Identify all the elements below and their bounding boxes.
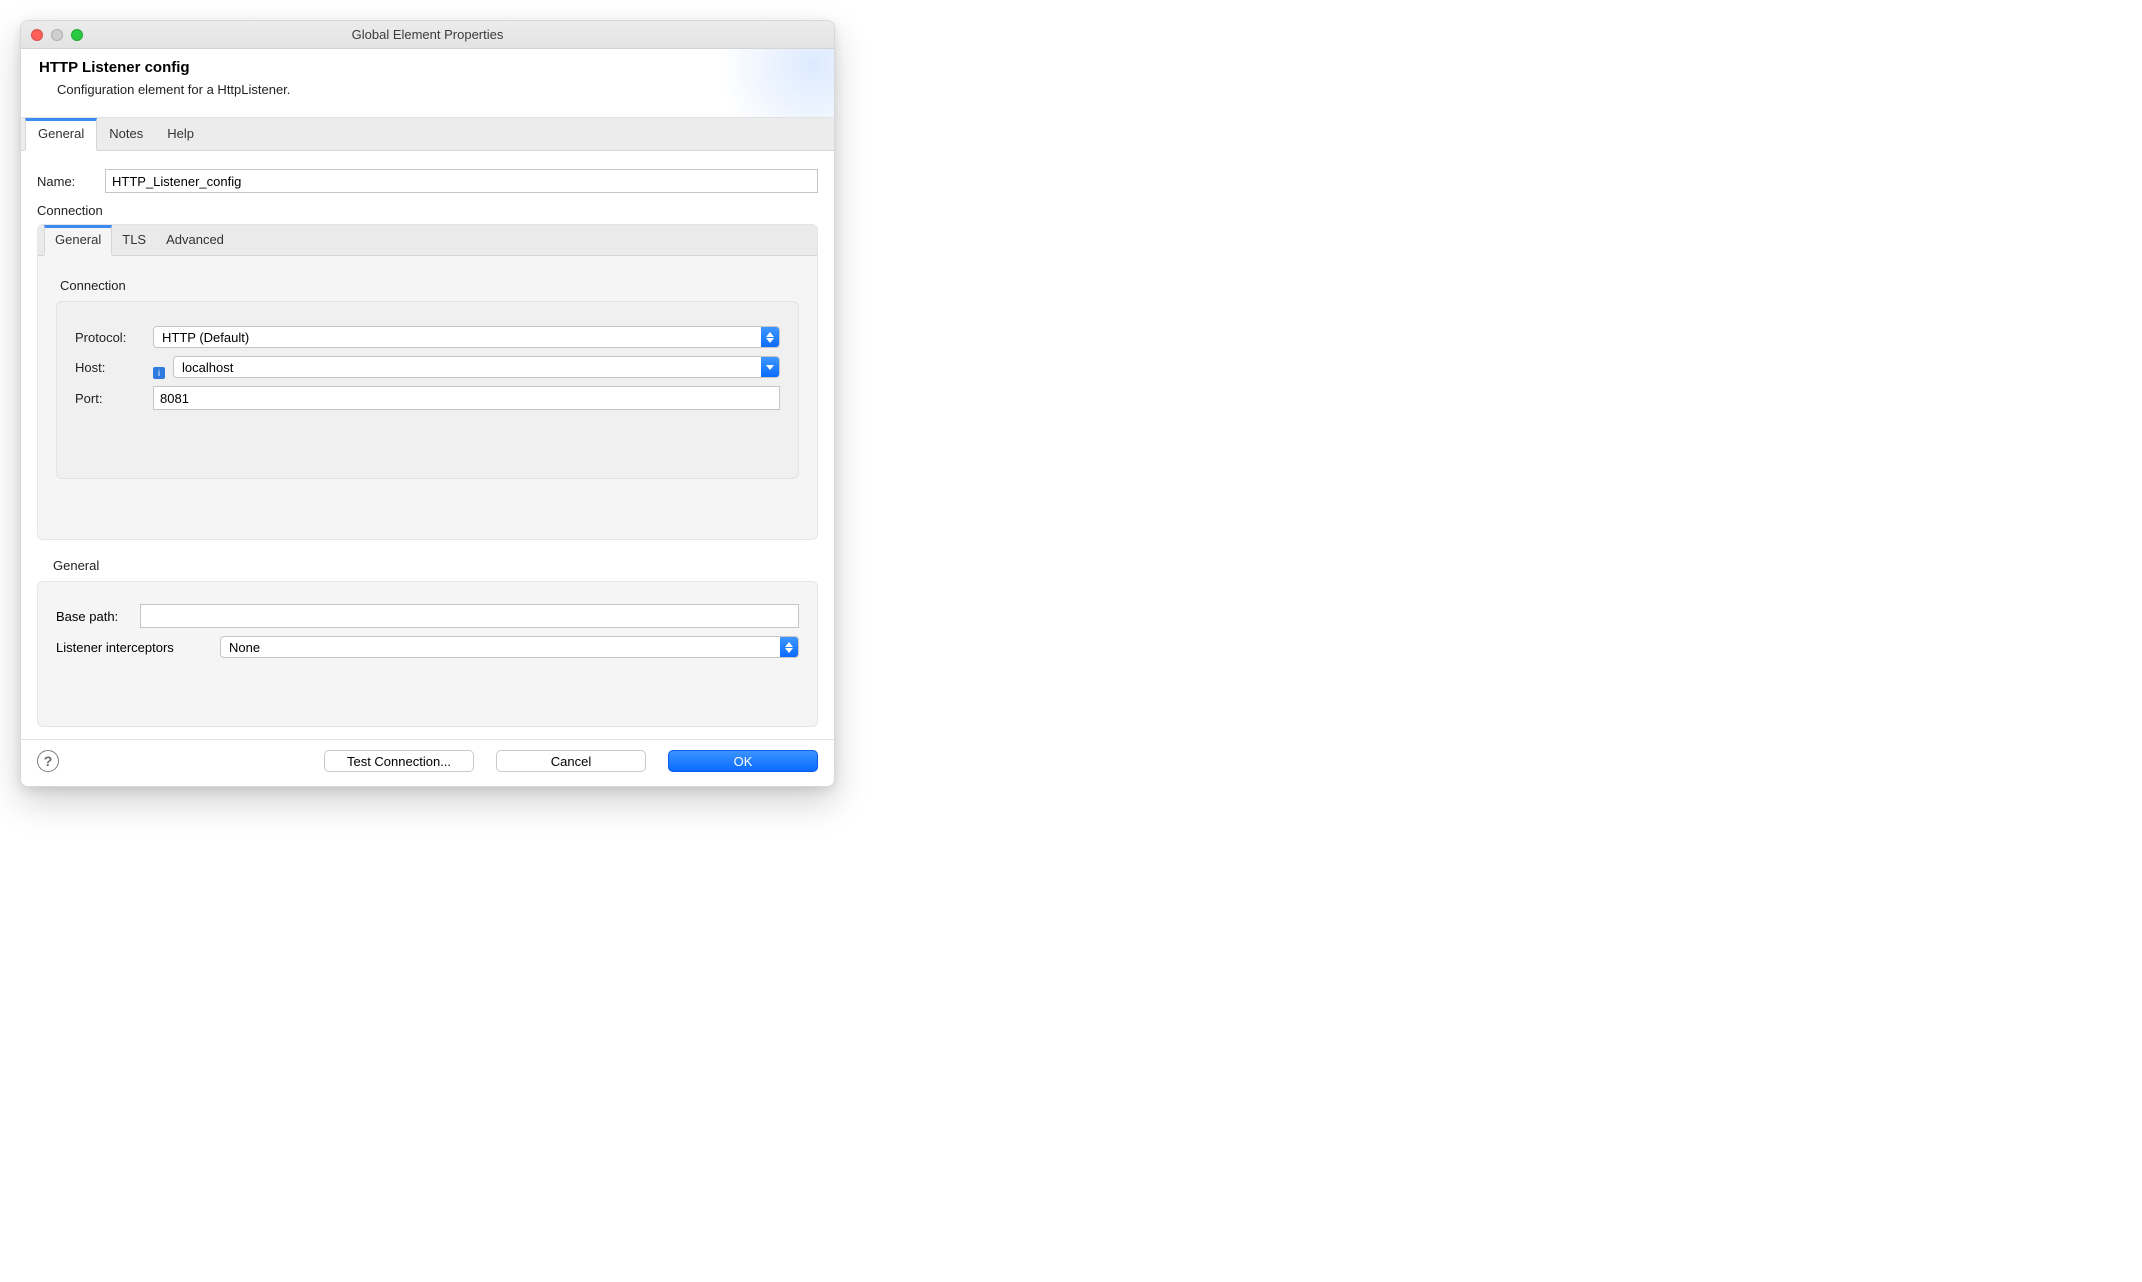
- connection-panel: General TLS Advanced Connection Protocol…: [37, 224, 818, 540]
- dialog-window: Global Element Properties HTTP Listener …: [20, 20, 835, 787]
- port-row: Port:: [75, 386, 780, 410]
- name-label: Name:: [37, 174, 93, 189]
- inner-connection-label: Connection: [60, 278, 799, 293]
- protocol-select[interactable]: HTTP (Default): [153, 326, 780, 348]
- interceptors-value: None: [221, 637, 780, 657]
- chevron-down-icon: [761, 357, 779, 377]
- conn-tab-tls[interactable]: TLS: [112, 225, 156, 255]
- interceptors-row: Listener interceptors None: [56, 636, 799, 658]
- conn-tab-general[interactable]: General: [44, 225, 112, 256]
- basepath-label: Base path:: [56, 609, 126, 624]
- window-title: Global Element Properties: [21, 27, 834, 42]
- interceptors-label: Listener interceptors: [56, 640, 206, 655]
- connection-section-label: Connection: [37, 203, 818, 218]
- host-value: localhost: [174, 357, 761, 377]
- close-icon[interactable]: [31, 29, 43, 41]
- main-tabbar: General Notes Help: [21, 118, 834, 151]
- zoom-icon[interactable]: [71, 29, 83, 41]
- host-label: Host:: [75, 360, 141, 375]
- test-connection-button[interactable]: Test Connection...: [324, 750, 474, 772]
- name-row: Name:: [37, 169, 818, 193]
- tab-general[interactable]: General: [25, 118, 97, 151]
- protocol-label: Protocol:: [75, 330, 141, 345]
- header-band: HTTP Listener config Configuration eleme…: [21, 49, 834, 118]
- info-icon: i: [153, 367, 165, 379]
- protocol-value: HTTP (Default): [154, 327, 761, 347]
- titlebar: Global Element Properties: [21, 21, 834, 49]
- general-panel: Base path: Listener interceptors None: [37, 581, 818, 727]
- dialog-footer: ? Test Connection... Cancel OK: [21, 739, 834, 786]
- basepath-input[interactable]: [140, 604, 799, 628]
- connection-inner-panel: Connection Protocol: HTTP (Default): [38, 256, 817, 539]
- minimize-icon: [51, 29, 63, 41]
- host-combo[interactable]: localhost: [173, 356, 780, 378]
- protocol-row: Protocol: HTTP (Default): [75, 326, 780, 348]
- connection-tabbar: General TLS Advanced: [38, 225, 817, 256]
- connection-fields-panel: Protocol: HTTP (Default) Host: i: [56, 301, 799, 479]
- page-subtitle: Configuration element for a HttpListener…: [57, 82, 816, 97]
- basepath-row: Base path:: [56, 604, 799, 628]
- tab-notes[interactable]: Notes: [97, 118, 155, 150]
- tab-help[interactable]: Help: [155, 118, 206, 150]
- page-title: HTTP Listener config: [39, 59, 816, 76]
- updown-icon: [761, 327, 779, 347]
- port-input[interactable]: [153, 386, 780, 410]
- updown-icon: [780, 637, 798, 657]
- help-icon[interactable]: ?: [37, 750, 59, 772]
- conn-tab-advanced[interactable]: Advanced: [156, 225, 234, 255]
- ok-button[interactable]: OK: [668, 750, 818, 772]
- name-input[interactable]: [105, 169, 818, 193]
- form-body: Name: Connection General TLS Advanced Co…: [21, 151, 834, 739]
- port-label: Port:: [75, 391, 141, 406]
- traffic-lights: [31, 29, 83, 41]
- general-section-label: General: [53, 558, 818, 573]
- cancel-button[interactable]: Cancel: [496, 750, 646, 772]
- interceptors-select[interactable]: None: [220, 636, 799, 658]
- host-row: Host: i localhost: [75, 356, 780, 378]
